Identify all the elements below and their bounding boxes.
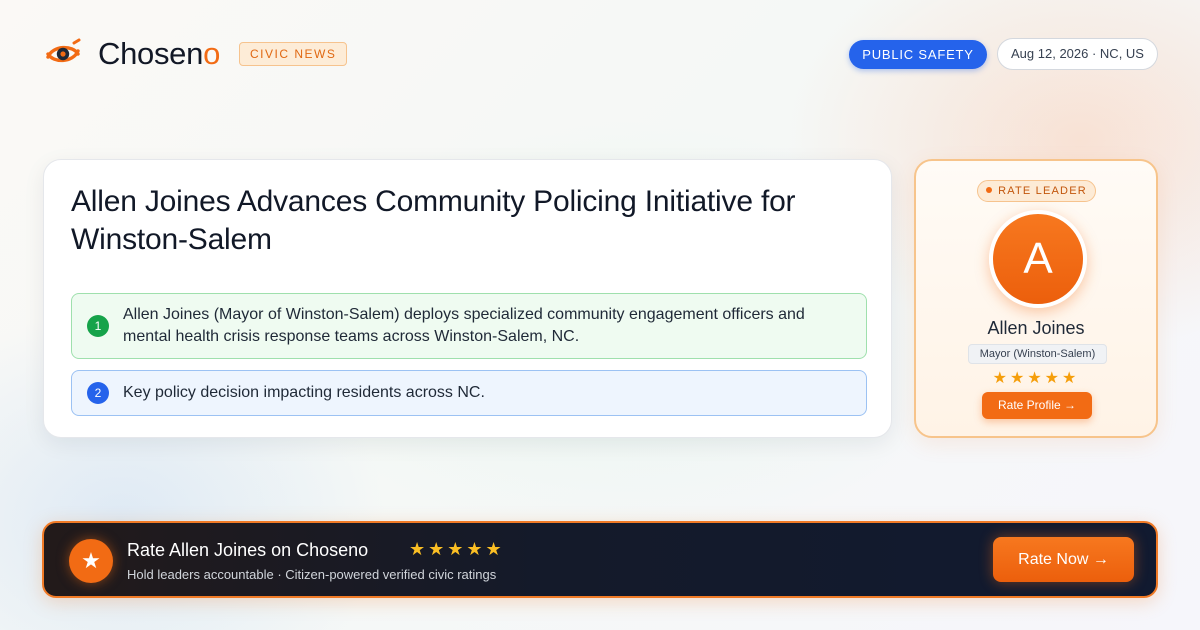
leader-role-badge: Mayor (Winston-Salem) <box>968 344 1107 364</box>
point-text: Key policy decision impacting residents … <box>123 384 485 401</box>
date-location-pill: Aug 12, 2026 · NC, US <box>997 38 1158 70</box>
rate-profile-button[interactable]: Rate Profile → <box>982 392 1092 419</box>
point-number-badge: 2 <box>87 382 109 404</box>
star-rating-icon[interactable]: ★★★★★ <box>916 368 1156 388</box>
cta-title: Rate Allen Joines on Choseno <box>127 540 369 560</box>
leader-name: Allen Joines <box>987 318 1085 338</box>
eye-orbit-logo-icon <box>44 37 82 71</box>
brand-name: Choseno <box>98 36 221 71</box>
article-card: Allen Joines Advances Community Policing… <box>43 159 892 438</box>
category-pill[interactable]: PUBLIC SAFETY <box>849 40 987 69</box>
cta-subtitle: Hold leaders accountable · Citizen-power… <box>127 567 497 582</box>
avatar: A <box>989 210 1087 308</box>
point-number-badge: 1 <box>87 315 109 337</box>
rate-leader-badge: RATE LEADER <box>977 180 1096 202</box>
cta-banner: ★ Rate Allen Joines on Choseno ★★★★★ Hol… <box>42 521 1158 598</box>
rate-now-button[interactable]: Rate Now → <box>993 537 1134 582</box>
point-text: Allen Joines (Mayor of Winston-Salem) de… <box>123 306 805 345</box>
brand-logo[interactable]: Choseno <box>44 36 220 72</box>
status-dot-icon <box>986 187 993 193</box>
rate-leader-card: RATE LEADER A Allen Joines Mayor (Winsto… <box>914 159 1158 438</box>
section-tag: CIVIC NEWS <box>239 42 348 66</box>
star-icon: ★ <box>69 539 113 583</box>
key-point-2: 2 Key policy decision impacting resident… <box>71 370 867 416</box>
key-point-1: 1 Allen Joines (Mayor of Winston-Salem) … <box>71 293 867 359</box>
article-headline: Allen Joines Advances Community Policing… <box>71 185 796 256</box>
star-rating-icon[interactable]: ★★★★★ <box>409 539 505 560</box>
